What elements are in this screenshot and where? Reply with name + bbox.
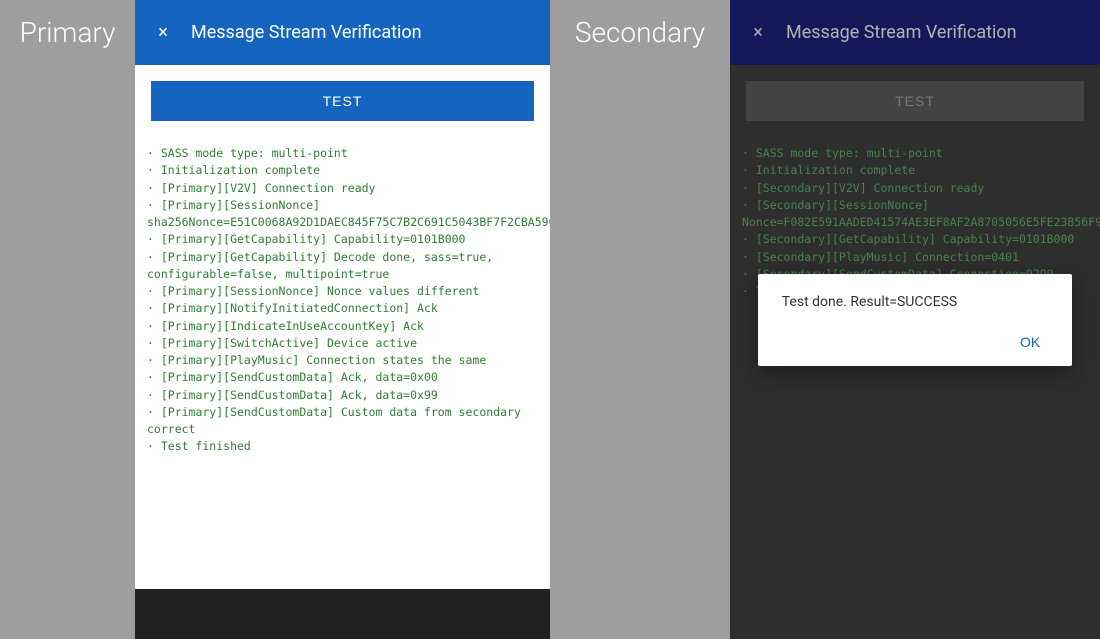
- result-dialog: Test done. Result=SUCCESS OK: [758, 274, 1073, 366]
- result-overlay: Test done. Result=SUCCESS OK: [730, 0, 1100, 639]
- log-line: · [Primary][PlayMusic] Connection states…: [147, 352, 538, 369]
- right-panel: Secondary × Message Stream Verification …: [550, 0, 1100, 639]
- log-line: · [Primary][SwitchActive] Device active: [147, 335, 538, 352]
- log-line: · [Primary][SendCustomData] Ack, data=0x…: [147, 369, 538, 386]
- log-line: · [Primary][SessionNonce] sha256Nonce=E5…: [147, 197, 538, 232]
- left-dialog-header: × Message Stream Verification: [135, 0, 550, 65]
- left-close-button[interactable]: ×: [151, 21, 175, 45]
- result-text: Test done. Result=SUCCESS: [782, 294, 1049, 310]
- log-line: · [Primary][SendCustomData] Custom data …: [147, 404, 538, 439]
- log-line: · [Primary][GetCapability] Decode done, …: [147, 249, 538, 284]
- log-line: · [Primary][V2V] Connection ready: [147, 180, 538, 197]
- left-bottom-bar: [135, 589, 550, 639]
- left-test-button[interactable]: TEST: [151, 81, 534, 121]
- left-panel-label: Primary: [0, 0, 135, 65]
- log-line: · [Primary][NotifyInitiatedConnection] A…: [147, 300, 538, 317]
- left-log-area: · SASS mode type: multi-point · Initiali…: [135, 137, 550, 589]
- log-line: · [Primary][SendCustomData] Ack, data=0x…: [147, 387, 538, 404]
- ok-button[interactable]: OK: [1012, 326, 1048, 358]
- result-actions: OK: [782, 326, 1049, 358]
- log-line: · [Primary][GetCapability] Capability=01…: [147, 231, 538, 248]
- log-line: · SASS mode type: multi-point: [147, 145, 538, 162]
- log-line: · Test finished: [147, 438, 538, 455]
- log-line: · [Primary][SessionNonce] Nonce values d…: [147, 283, 538, 300]
- left-test-button-container: TEST: [135, 65, 550, 137]
- left-dialog-title: Message Stream Verification: [191, 22, 422, 43]
- log-line: · Initialization complete: [147, 162, 538, 179]
- left-dialog: × Message Stream Verification TEST · SAS…: [135, 0, 550, 639]
- primary-label: Primary: [20, 16, 116, 49]
- secondary-label: Secondary: [575, 16, 705, 49]
- log-line: · [Primary][IndicateInUseAccountKey] Ack: [147, 318, 538, 335]
- right-dialog: × Message Stream Verification TEST · SAS…: [730, 0, 1100, 639]
- right-panel-label: Secondary: [550, 0, 730, 65]
- left-panel: Primary × Message Stream Verification TE…: [0, 0, 550, 639]
